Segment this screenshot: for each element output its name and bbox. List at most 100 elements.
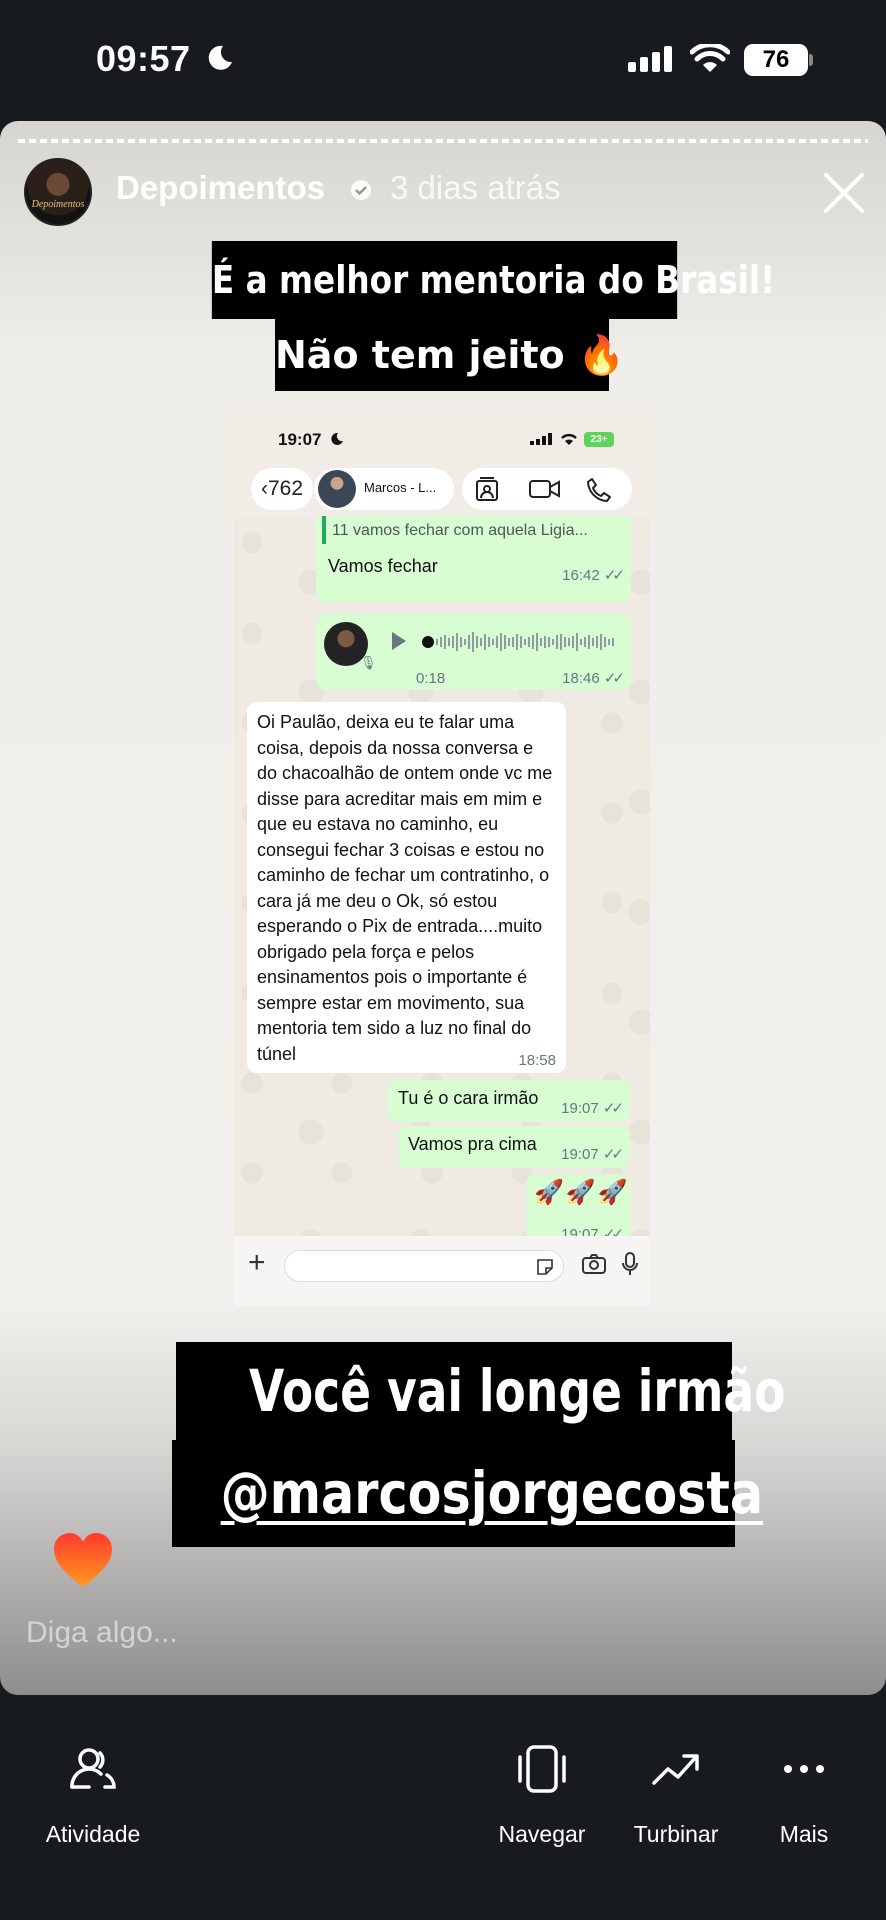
- waveform-bar: [604, 637, 606, 647]
- mic-icon: 🎙: [360, 655, 377, 670]
- nav-activity[interactable]: Atividade: [42, 1743, 144, 1848]
- message-text: Tu é o cara irmão: [398, 1088, 539, 1108]
- waveform-bar: [468, 635, 470, 649]
- status-bar: 09:57 76: [0, 0, 886, 120]
- waveform-bar: [492, 639, 494, 645]
- waveform-bar: [608, 639, 610, 645]
- video-call-icon: [529, 480, 560, 498]
- waveform-bar: [464, 639, 466, 645]
- read-ticks-icon: ✓✓: [603, 567, 625, 584]
- message-meta: 16:42 ✓✓: [562, 567, 625, 584]
- waveform-bar: [488, 637, 490, 647]
- headline-banner-1: É a melhor mentoria do Brasil!: [211, 241, 775, 319]
- waveform-bar: [472, 632, 474, 652]
- waveform-bar: [520, 636, 522, 648]
- waveform-bar: [532, 635, 534, 649]
- contact-name: Marcos - L...: [364, 480, 437, 495]
- story-viewer[interactable]: Depoimentos Depoimentos 3 dias atrás É a…: [0, 121, 886, 1695]
- nav-more[interactable]: Mais: [770, 1743, 838, 1848]
- message-meta: 18:58: [518, 1052, 556, 1069]
- chat-input-bar: +: [234, 1236, 650, 1306]
- waveform-bar: [516, 634, 518, 650]
- quote-bar: [322, 516, 326, 544]
- nav-label: Atividade: [45, 1821, 141, 1847]
- camera-icon: [582, 1254, 606, 1274]
- waveform-bar: [436, 639, 438, 645]
- waveform-bar: [484, 634, 486, 650]
- author-avatar[interactable]: Depoimentos: [24, 158, 92, 226]
- status-time: 09:57: [96, 38, 191, 79]
- waveform-bar: [556, 635, 558, 649]
- waveform-bar: [448, 638, 450, 646]
- moon-icon: [331, 432, 343, 445]
- waveform-bar: [480, 638, 482, 646]
- phone-icon: [587, 478, 611, 502]
- nav-label: Turbinar: [633, 1821, 719, 1847]
- mention-link[interactable]: @marcosjorgecosta: [221, 1440, 763, 1547]
- waveform-bar: [568, 638, 570, 646]
- close-icon[interactable]: [822, 171, 866, 215]
- browse-icon: [518, 1745, 566, 1793]
- read-ticks-icon: ✓✓: [602, 1146, 624, 1163]
- chat-back-button: ‹762: [251, 468, 313, 510]
- nav-boost[interactable]: Turbinar: [626, 1743, 726, 1848]
- waveform-bar: [548, 637, 550, 647]
- story-timestamp: 3 dias atrás: [390, 169, 561, 206]
- contact-avatar: [318, 470, 356, 508]
- contact-card-icon: [476, 477, 498, 501]
- waveform-bar: [444, 635, 446, 649]
- message-text: Vamos fechar: [328, 556, 438, 576]
- nav-browse[interactable]: Navegar: [492, 1743, 592, 1848]
- caption-banner-1: Você vai longe irmão: [176, 1342, 785, 1440]
- voice-duration: 0:18: [416, 670, 446, 687]
- message-meta: 19:07 ✓✓: [561, 1100, 624, 1117]
- waveform-bar: [476, 636, 478, 648]
- message-meta: 19:07 ✓✓: [561, 1146, 624, 1163]
- waveform-bar: [588, 635, 590, 649]
- message-bubble-outgoing: Vamos pra cima 19:07 ✓✓: [398, 1126, 630, 1168]
- waveform-bar: [600, 634, 602, 650]
- author-name[interactable]: Depoimentos: [116, 169, 325, 207]
- reply-input[interactable]: Diga algo...: [26, 1616, 178, 1650]
- waveform-bar: [440, 637, 442, 647]
- bottom-action-bar: Atividade Navegar Turbinar Mais: [0, 1695, 886, 1920]
- waveform-bar: [612, 638, 614, 646]
- waveform-bar: [560, 634, 562, 650]
- activity-icon: [70, 1748, 116, 1789]
- voice-waveform: [436, 632, 614, 652]
- waveform-bar: [500, 633, 502, 651]
- chat-contact-header: Marcos - L...: [314, 468, 454, 510]
- waveform-bar: [572, 636, 574, 648]
- cellular-signal-icon: [628, 46, 672, 72]
- waveform-bar: [596, 636, 598, 648]
- wifi-icon: [690, 44, 730, 72]
- waveform-bar: [504, 635, 506, 649]
- waveform-bar: [508, 638, 510, 646]
- waveform-bar: [564, 637, 566, 647]
- verified-badge-icon: [351, 180, 371, 200]
- chat-actions: [462, 468, 632, 510]
- waveform-bar: [456, 633, 458, 651]
- mic-icon: [622, 1252, 638, 1275]
- nav-label: Navegar: [498, 1821, 586, 1847]
- waveform-bar: [512, 637, 514, 647]
- quoted-message: 11 vamos fechar com aquela Ligia...: [332, 522, 588, 539]
- heart-reaction-icon[interactable]: [52, 1531, 114, 1589]
- caption-banner-mention[interactable]: @marcosjorgecosta: [172, 1440, 763, 1547]
- read-ticks-icon: ✓✓: [603, 670, 625, 687]
- waveform-bar: [592, 638, 594, 646]
- voice-message-bubble: 🎙 0:18 18:46 ✓✓: [316, 614, 631, 690]
- more-icon: [784, 1765, 824, 1773]
- waveform-bar: [576, 633, 578, 651]
- message-bubble-outgoing: 11 vamos fechar com aquela Ligia... Vamo…: [316, 516, 631, 602]
- cellular-signal-icon: [530, 433, 552, 445]
- voice-progress-dot: [422, 636, 434, 648]
- boost-icon: [652, 1754, 699, 1785]
- waveform-bar: [544, 636, 546, 648]
- message-meta: 18:46 ✓✓: [562, 670, 625, 687]
- nav-label: Mais: [779, 1821, 829, 1847]
- read-ticks-icon: ✓✓: [602, 1100, 624, 1117]
- message-text: Oi Paulão, deixa eu te falar uma coisa, …: [257, 712, 553, 1064]
- battery-tip: [809, 54, 813, 66]
- waveform-bar: [584, 637, 586, 647]
